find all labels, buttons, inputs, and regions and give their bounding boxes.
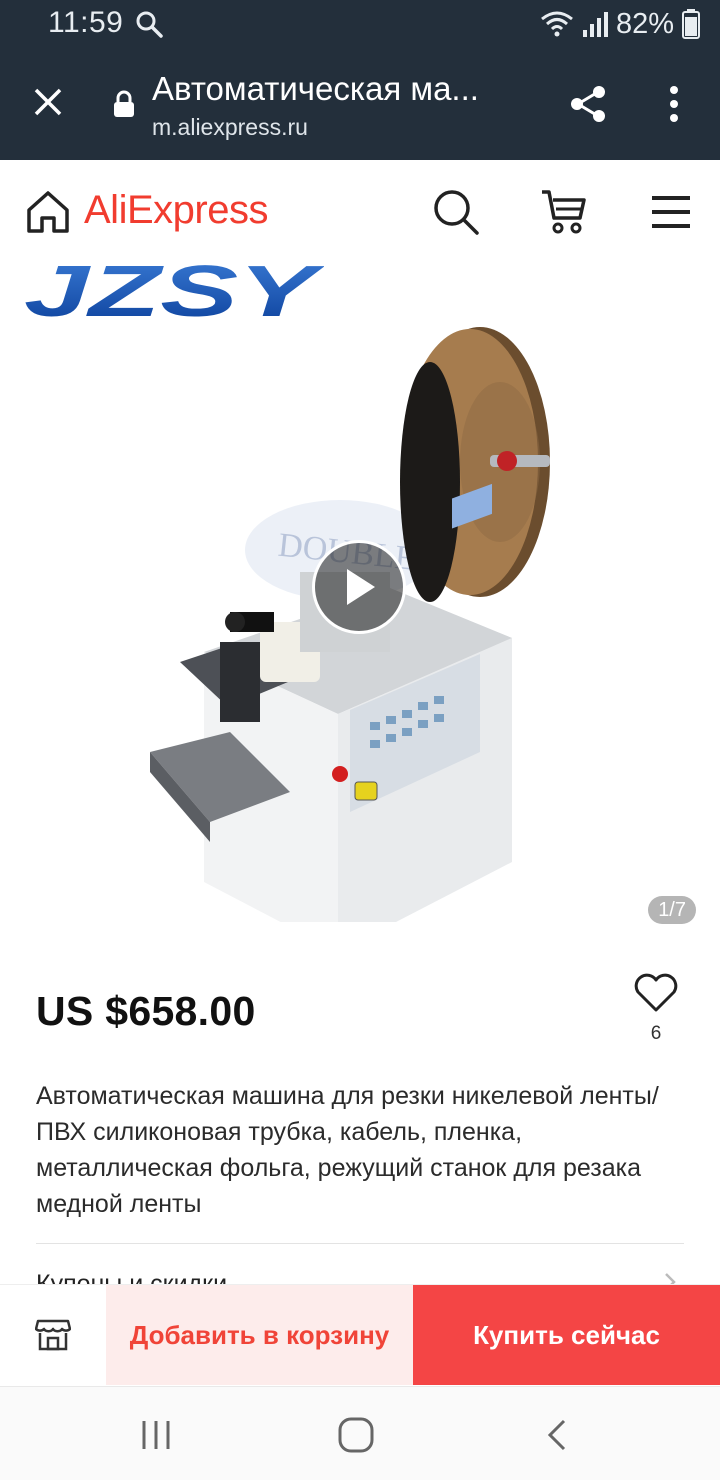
heart-icon [634, 973, 678, 1012]
status-bar: 11:59 82% [0, 0, 720, 50]
brand-text: JZSY [24, 262, 324, 324]
play-video-button[interactable] [312, 540, 406, 634]
add-to-cart-button[interactable]: Добавить в корзину [106, 1285, 413, 1385]
search-icon[interactable] [430, 186, 482, 238]
product-title: Автоматическая машина для резки никелево… [36, 1082, 659, 1218]
close-icon[interactable] [22, 76, 74, 128]
page-title[interactable]: Автоматическая ма... [152, 70, 512, 108]
browser-toolbar: Автоматическая ма... m.aliexpress.ru [0, 56, 720, 160]
cart-icon[interactable] [538, 186, 590, 238]
share-icon[interactable] [562, 78, 614, 130]
play-icon [347, 569, 375, 605]
status-right: 82% [540, 6, 700, 42]
search-icon [136, 11, 163, 38]
battery-percent: 82% [615, 7, 674, 40]
product-gallery[interactable]: JZSY DOUBLE [0, 262, 720, 938]
page-url[interactable]: m.aliexpress.ru [152, 114, 308, 141]
store-icon [35, 1319, 71, 1351]
wishlist-button[interactable]: 6 [628, 972, 684, 1052]
back-icon[interactable] [540, 1417, 576, 1453]
store-button[interactable] [0, 1285, 106, 1385]
wifi-icon [541, 11, 573, 37]
signal-icon [582, 12, 608, 37]
battery-icon [682, 9, 700, 39]
status-time: 11:59 [48, 6, 124, 39]
action-bar: Добавить в корзину Купить сейчас [0, 1284, 720, 1386]
lock-icon [114, 90, 134, 117]
aliexpress-logo[interactable]: AliExpress [84, 188, 268, 233]
divider [36, 1243, 684, 1244]
buy-now-button[interactable]: Купить сейчас [413, 1285, 720, 1385]
menu-icon[interactable] [648, 190, 694, 234]
wishlist-count: 6 [650, 1023, 662, 1044]
system-nav-bar [0, 1386, 720, 1480]
product-price: US $658.00 [36, 988, 256, 1034]
jzsy-brand-logo: JZSY [24, 262, 324, 324]
more-vert-icon[interactable] [650, 78, 698, 130]
home-circle-icon[interactable] [336, 1415, 376, 1455]
site-header: AliExpress [0, 160, 720, 264]
image-counter: 1/7 [648, 896, 696, 924]
browser-chrome: 11:59 82% Автоматическая ма... m.aliexpr… [0, 0, 720, 160]
recent-apps-icon[interactable] [136, 1417, 176, 1453]
home-icon[interactable] [24, 188, 72, 236]
